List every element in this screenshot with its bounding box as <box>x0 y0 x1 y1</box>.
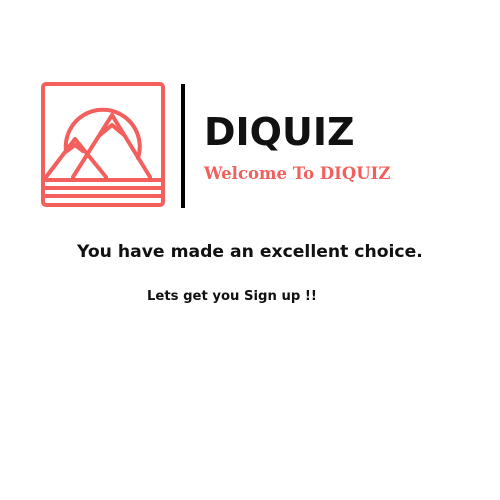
welcome-screen: DIQUIZ Welcome To DIQUIZ You have made a… <box>0 0 500 500</box>
signup-prompt: Lets get you Sign up !! <box>147 289 317 304</box>
brand-name: DIQUIZ <box>204 110 355 154</box>
vertical-divider <box>181 84 185 208</box>
headline: You have made an excellent choice. <box>77 242 423 262</box>
mountain-sun-logo-icon <box>41 82 165 207</box>
brand-tagline: Welcome To DIQUIZ <box>204 164 391 183</box>
